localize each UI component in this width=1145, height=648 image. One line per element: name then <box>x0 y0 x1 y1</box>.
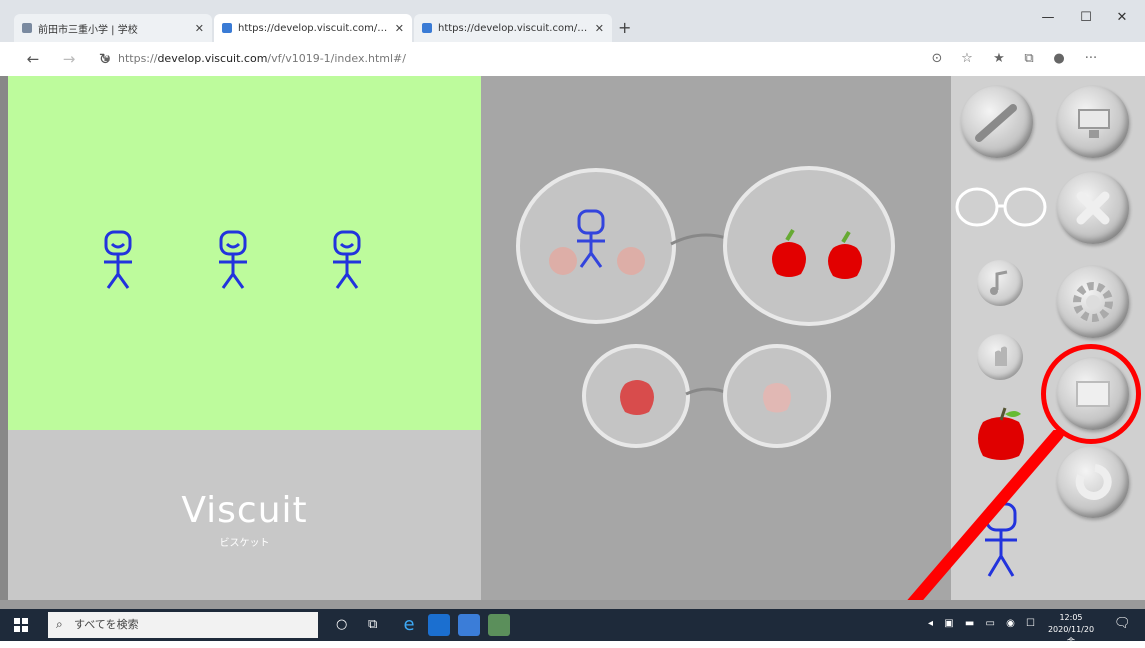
cortana-icon[interactable]: ○ <box>336 617 347 632</box>
close-icon <box>1076 191 1110 225</box>
faded-apple <box>763 383 791 413</box>
stick-figure <box>219 230 247 289</box>
favorites-icon[interactable]: ★ <box>990 50 1008 68</box>
url-field[interactable]: https://develop.viscuit.com/vf/v1019-1/i… <box>118 50 818 68</box>
favicon-icon <box>22 23 32 33</box>
clock-time: 12:05 <box>1059 613 1083 622</box>
clock-date: 2020/11/20 金 <box>1047 625 1095 646</box>
status-strip <box>0 600 1145 609</box>
monitor-button[interactable] <box>1057 86 1129 158</box>
back-icon[interactable]: ← <box>22 49 44 69</box>
stick-figure <box>104 230 132 289</box>
more-icon[interactable]: ··· <box>1082 50 1100 68</box>
gear-icon <box>1073 282 1113 322</box>
close-tab-icon[interactable]: ✕ <box>195 22 204 35</box>
reader-icon[interactable]: ⊙ <box>928 50 946 68</box>
ie-icon[interactable]: e <box>398 614 420 636</box>
tab-viscuit-active[interactable]: https://develop.viscuit.com/vf/ ✕ <box>214 14 412 42</box>
search-icon: ⌕ <box>56 617 63 631</box>
apple-in-glass <box>620 380 654 415</box>
close-tab-icon[interactable]: ✕ <box>395 22 404 35</box>
settings-button[interactable] <box>1057 266 1129 338</box>
left-edge <box>0 76 8 600</box>
url-host: develop.viscuit.com <box>157 52 268 65</box>
music-button[interactable] <box>977 260 1023 306</box>
hand-button[interactable] <box>977 334 1023 380</box>
close-tab-icon[interactable]: ✕ <box>595 22 604 35</box>
forward-icon[interactable]: → <box>58 49 80 69</box>
favorite-star-icon[interactable]: ☆ <box>958 50 976 68</box>
tab-viscuit[interactable]: https://develop.viscuit.com/vf/ ✕ <box>414 14 612 42</box>
mail-icon[interactable] <box>458 614 480 636</box>
notification-icon[interactable]: 🗨︎ <box>1114 616 1131 631</box>
pencil-button[interactable] <box>961 86 1033 158</box>
window-close-icon[interactable]: ✕ <box>1108 8 1136 28</box>
empty-glasses-icon[interactable] <box>953 184 1049 230</box>
brand-area: Viscuit ビスケット <box>8 430 481 600</box>
tab-title: 前田市三重小学 | 学校 <box>38 24 138 36</box>
collections-icon[interactable]: ⧉ <box>1020 50 1038 68</box>
new-tab-button[interactable]: + <box>618 18 631 37</box>
stage-canvas[interactable] <box>8 76 481 430</box>
minimize-icon[interactable]: — <box>1034 8 1062 28</box>
stage-figures <box>104 230 361 289</box>
highlight-circle <box>1041 344 1141 444</box>
windows-start-icon[interactable] <box>14 617 28 632</box>
music-icon <box>990 270 1008 295</box>
tab-title: https://develop.viscuit.com/vf/ <box>438 22 589 34</box>
pencil-icon <box>975 104 1017 142</box>
url-prefix: https:// <box>118 52 158 65</box>
task-view-icon[interactable]: ⧉ <box>368 617 377 632</box>
taskbar-search[interactable]: すべてを検索 <box>48 612 318 638</box>
app-subtitle: ビスケット <box>219 538 270 549</box>
system-tray-icons[interactable]: ◂ ▣ ▬ ▭ ◉ ☐ <box>928 618 1039 629</box>
maximize-icon[interactable]: ☐ <box>1072 8 1100 28</box>
edge-icon[interactable] <box>428 614 450 636</box>
app-title: Viscuit <box>181 490 308 531</box>
tab-title: https://develop.viscuit.com/vf/ <box>238 22 389 34</box>
lock-icon: 🔒︎ <box>104 51 110 64</box>
tab-school[interactable]: 前田市三重小学 | 学校 ✕ <box>14 14 212 42</box>
favicon-icon <box>222 23 232 33</box>
monitor-icon <box>1078 109 1110 138</box>
delete-button[interactable] <box>1057 172 1129 244</box>
hand-icon <box>995 346 1007 366</box>
profile-icon[interactable]: ● <box>1050 50 1068 68</box>
favicon-icon <box>422 23 432 33</box>
app-icon[interactable] <box>488 614 510 636</box>
stick-figure <box>333 230 361 289</box>
url-path: /vf/v1019-1/index.html#/ <box>267 52 406 65</box>
clock[interactable]: 12:05 2020/11/20 金 <box>1045 612 1097 648</box>
